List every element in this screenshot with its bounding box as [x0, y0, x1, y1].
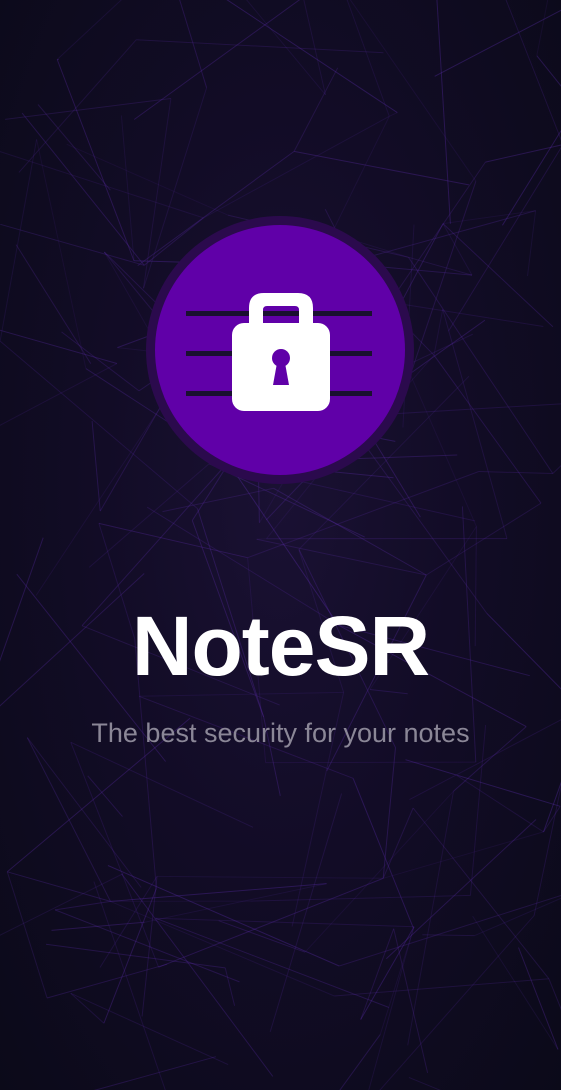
pattern-line [527, 210, 537, 277]
pattern-line [56, 0, 122, 60]
pattern-line [224, 967, 236, 1006]
pattern-line [442, 309, 508, 539]
pattern-line [548, 978, 561, 1011]
pattern-line [0, 329, 118, 364]
pattern-line [250, 894, 471, 902]
pattern-line [98, 522, 248, 559]
pattern-line [405, 759, 561, 807]
pattern-line [474, 897, 561, 937]
pattern-line [304, 790, 454, 953]
pattern-line [409, 374, 477, 527]
pattern-line [436, 0, 451, 224]
pattern-line [93, 881, 166, 1090]
pattern-line [26, 737, 111, 902]
splash-screen: NoteSR The best security for your notes [0, 0, 561, 1090]
pattern-line [442, 223, 473, 276]
pattern-line [389, 112, 398, 117]
pattern-line [158, 877, 384, 968]
pattern-line [536, 0, 549, 56]
pattern-line [352, 778, 414, 929]
pattern-line [70, 741, 254, 828]
pattern-line [0, 139, 38, 342]
pattern-line [203, 115, 390, 219]
pattern-line [56, 59, 135, 261]
pattern-line [0, 363, 118, 426]
pattern-line [346, 0, 390, 117]
pattern-line [133, 0, 301, 120]
pattern-line [382, 807, 414, 879]
pattern-line [36, 139, 87, 369]
pattern-line [409, 181, 477, 375]
pattern-line [70, 992, 105, 1024]
pattern-line [536, 55, 561, 87]
pattern-line [179, 0, 208, 88]
pattern-line [26, 737, 142, 888]
pattern-line [87, 775, 123, 817]
pattern-line [505, 0, 561, 141]
pattern-line [447, 146, 561, 332]
pattern-line [91, 421, 101, 512]
pattern-line [303, 0, 326, 95]
pattern-line [21, 112, 145, 266]
pattern-line [501, 129, 561, 226]
pattern-line [434, 9, 561, 77]
pattern-line [518, 947, 559, 1050]
pattern-line [155, 917, 415, 928]
pattern-line [334, 978, 549, 997]
pattern-line [6, 871, 48, 999]
pattern-line [5, 98, 171, 120]
pattern-line [442, 223, 554, 328]
pattern-line [46, 963, 168, 999]
pattern-line [144, 883, 327, 923]
pattern-line [552, 465, 561, 474]
pattern-line [478, 471, 553, 474]
pattern-line [70, 992, 229, 1066]
pattern-line [412, 807, 550, 980]
app-logo [146, 215, 414, 485]
pattern-line [35, 407, 161, 596]
pattern-line [136, 39, 384, 54]
pattern-line [61, 331, 140, 392]
pattern-line [433, 354, 542, 504]
app-tagline: The best security for your notes [91, 718, 470, 748]
pattern-line [485, 144, 561, 163]
pattern-line [256, 538, 427, 576]
pattern-line [7, 871, 111, 902]
pattern-line [265, 761, 476, 764]
pattern-line [93, 1056, 216, 1090]
pattern-line [18, 39, 137, 173]
pattern-line [456, 775, 544, 833]
pattern-line [339, 1034, 381, 1090]
pattern-line [293, 67, 339, 152]
pattern-line [433, 309, 444, 356]
pattern-line [294, 150, 469, 186]
pattern-line [408, 1076, 441, 1090]
pattern-line [66, 143, 229, 216]
pattern-line [45, 943, 226, 969]
pattern-line [162, 487, 274, 513]
pattern-line [226, 0, 398, 114]
pattern-line [269, 793, 343, 1033]
pattern-line [0, 873, 124, 936]
pattern-line [422, 934, 475, 937]
pattern-line [156, 875, 384, 879]
app-title: NoteSR [131, 599, 430, 693]
network-line-pattern [0, 0, 561, 1090]
pattern-line [393, 928, 429, 1074]
pattern-line [408, 257, 554, 474]
